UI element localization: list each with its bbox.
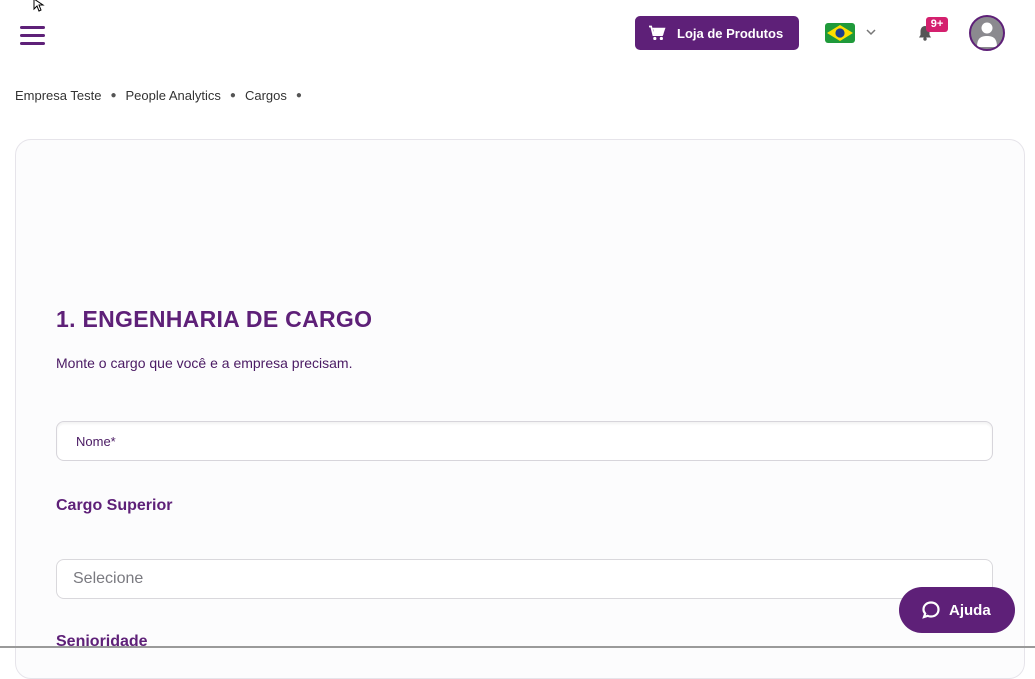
menu-icon[interactable] xyxy=(20,26,45,45)
senioridade-label: Senioridade xyxy=(56,633,148,650)
top-bar: Loja de Produtos 9+ xyxy=(0,0,1035,66)
cargo-superior-select[interactable]: Selecione xyxy=(56,559,993,599)
breadcrumb-separator-icon: ● xyxy=(229,89,236,101)
chat-bubble-icon xyxy=(922,601,940,619)
cargo-superior-label: Cargo Superior xyxy=(56,497,173,514)
breadcrumb-separator-icon: ● xyxy=(110,89,117,101)
notification-badge: 9+ xyxy=(926,17,948,32)
name-input[interactable] xyxy=(56,421,993,461)
shop-button-label: Loja de Produtos xyxy=(677,25,784,41)
section-title: 1. ENGENHARIA DE CARGO xyxy=(56,306,373,332)
user-icon xyxy=(977,22,997,47)
breadcrumb-separator-icon: ● xyxy=(295,89,302,101)
chevron-down-icon[interactable] xyxy=(865,27,877,37)
breadcrumb: Empresa Teste ● People Analytics ● Cargo… xyxy=(15,87,311,103)
breadcrumb-item[interactable]: People Analytics xyxy=(126,88,221,103)
avatar[interactable] xyxy=(969,15,1005,51)
help-button[interactable]: Ajuda xyxy=(899,587,1015,633)
section-description: Monte o cargo que você e a empresa preci… xyxy=(56,355,353,371)
brazil-flag-icon[interactable] xyxy=(825,23,855,43)
help-button-label: Ajuda xyxy=(949,601,991,619)
shop-products-button[interactable]: Loja de Produtos xyxy=(635,16,799,50)
breadcrumb-item[interactable]: Empresa Teste xyxy=(15,88,101,103)
cargo-superior-placeholder: Selecione xyxy=(73,570,144,587)
cart-icon xyxy=(649,25,666,41)
breadcrumb-item[interactable]: Cargos xyxy=(245,88,287,103)
mouse-cursor-icon xyxy=(33,0,45,12)
